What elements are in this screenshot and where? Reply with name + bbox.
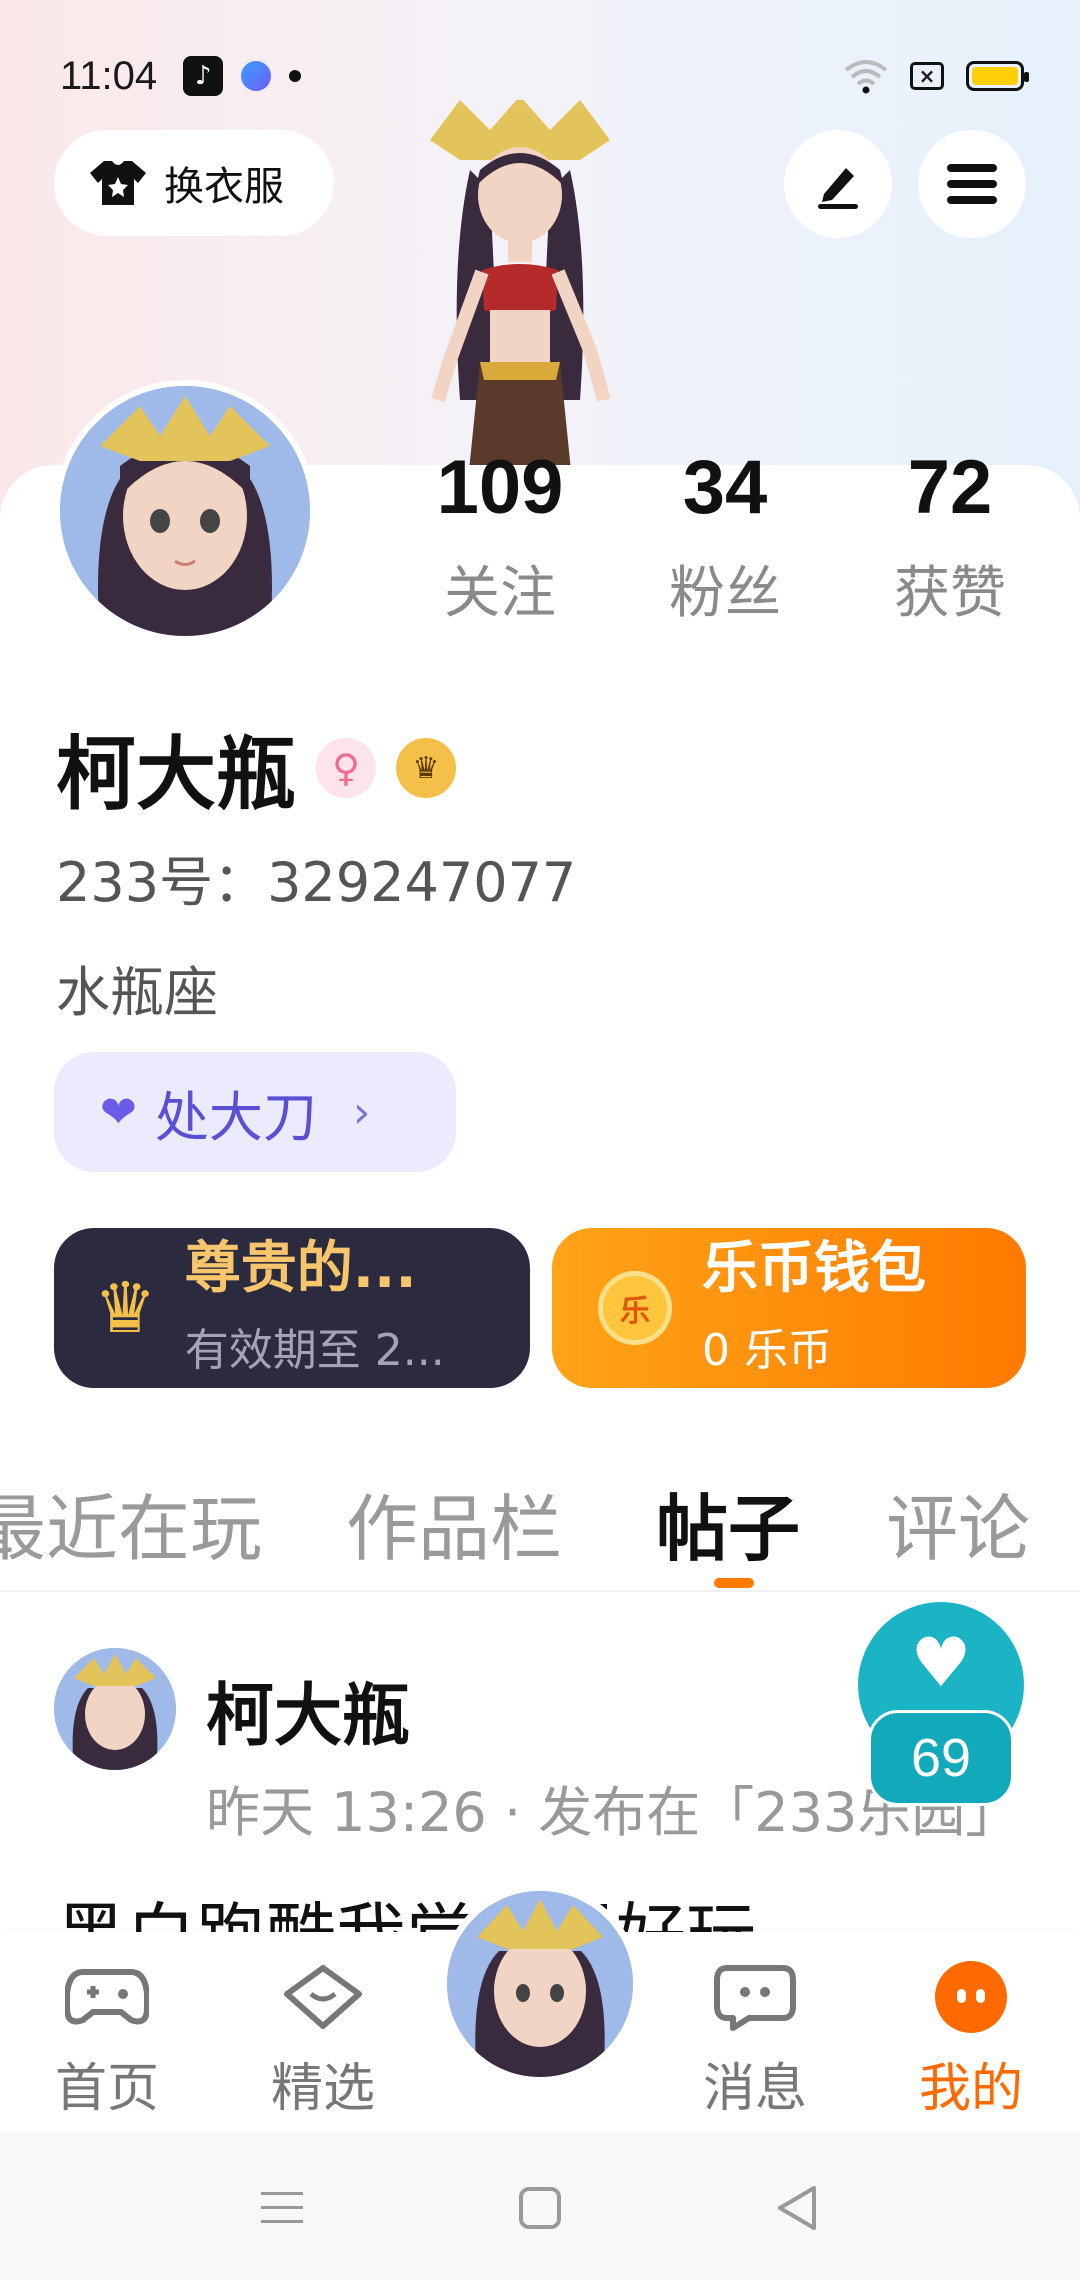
coin-wallet-title: 乐币钱包 [702,1236,926,1302]
tab-posts[interactable]: 帖子 [656,1470,800,1575]
recent-apps-button[interactable] [252,2178,312,2238]
wifi-icon [844,60,888,94]
profile-tag-label: 处大刀 [154,1085,317,1149]
tab-recently-played[interactable]: 最近在玩 [0,1470,262,1575]
stat-likes-value: 72 [907,445,993,530]
zodiac-sign: 水瓶座 [56,961,218,1024]
like-count: 69 [868,1710,1014,1806]
nav-featured[interactable]: 精选 [248,1962,398,2121]
nav-messages[interactable]: 消息 [680,1962,830,2121]
coin-icon: 乐 [598,1271,672,1345]
edit-profile-button[interactable] [784,130,892,238]
vip-membership-card[interactable]: ♛ 尊贵的... 有效期至 2... [54,1228,530,1388]
hamburger-menu-icon [947,164,997,204]
nav-home[interactable]: 首页 [32,1962,182,2121]
stat-followers-label: 粉丝 [669,561,781,626]
center-avatar [447,1891,633,2077]
back-button[interactable] [766,2178,826,2238]
crown-badge-icon[interactable]: ♛ [396,738,456,798]
menu-button[interactable] [918,130,1026,238]
active-tab-indicator [714,1578,754,1588]
status-bar: 11:04 ♪ × [60,48,1029,104]
chat-icon [713,1962,797,2032]
stat-likes-label: 获赞 [894,561,1006,626]
stat-following-value: 109 [436,445,564,530]
nav-messages-label: 消息 [702,2059,807,2119]
pen-icon [818,168,858,209]
nav-featured-label: 精选 [270,2059,375,2119]
stat-likes[interactable]: 72 获赞 [850,450,1050,629]
chevron-right-icon: › [352,1086,371,1138]
post-author-avatar[interactable] [54,1648,176,1770]
home-square-icon [519,2187,561,2229]
stat-followers-value: 34 [682,445,768,530]
change-outfit-button[interactable]: 换衣服 [54,130,334,236]
heart-icon: ♥ [910,1624,972,1703]
nav-avatar-center[interactable] [440,1884,640,2084]
stat-following-label: 关注 [444,561,556,626]
double-heart-icon: ❤ [100,1086,137,1138]
coin-wallet-card[interactable]: 乐 乐币钱包 0 乐币 [552,1228,1026,1388]
profile-name: 柯大瓶 [56,728,296,821]
nav-mine-label: 我的 [918,2059,1023,2119]
no-sim-icon: × [910,62,944,90]
more-notifications-icon [289,70,302,82]
nav-mine[interactable]: 我的 [896,1961,1046,2121]
system-navigation-bar [0,2132,1080,2280]
vip-expiry: 有效期至 2... [184,1324,445,1376]
gamepad-icon [65,1962,149,2032]
nav-home-label: 首页 [54,2059,159,2119]
coin-balance: 0 乐币 [702,1324,832,1376]
status-time: 11:04 [60,53,158,98]
user-id[interactable]: 233号：329247077 [56,838,576,917]
tiktok-notification-icon: ♪ [183,56,224,96]
home-button[interactable] [510,2178,570,2238]
name-row: 柯大瓶 ♀ ♛ [56,710,456,826]
tab-works[interactable]: 作品栏 [346,1470,562,1575]
heart-badge-icon [281,1962,365,2032]
profile-tag-chip[interactable]: ❤ 处大刀 › [54,1052,456,1172]
profile-tabs: 最近在玩 作品栏 帖子 评论 [0,1470,1080,1590]
smile-icon [929,1961,1013,2033]
tab-comments[interactable]: 评论 [886,1470,1030,1575]
app-notification-icon [241,61,272,91]
female-gender-icon: ♀ [316,738,376,798]
tabs-divider [0,1590,1080,1592]
stat-followers[interactable]: 34 粉丝 [625,450,825,629]
profile-stats: 109 关注 34 粉丝 72 获赞 [400,450,1050,629]
back-triangle-icon [778,2186,816,2230]
battery-icon [966,61,1029,91]
vip-title: 尊贵的... [184,1236,417,1302]
bottom-navigation: 首页 精选 消息 我的 [0,1884,1080,2132]
vip-crown-icon: ♛ [94,1267,157,1349]
profile-avatar[interactable] [54,380,316,642]
change-outfit-label: 换衣服 [164,164,284,210]
recent-apps-icon [261,2192,303,2223]
post-author-name[interactable]: 柯大瓶 [206,1660,410,1759]
shirt-icon [90,161,146,205]
stat-following[interactable]: 109 关注 [400,450,600,629]
